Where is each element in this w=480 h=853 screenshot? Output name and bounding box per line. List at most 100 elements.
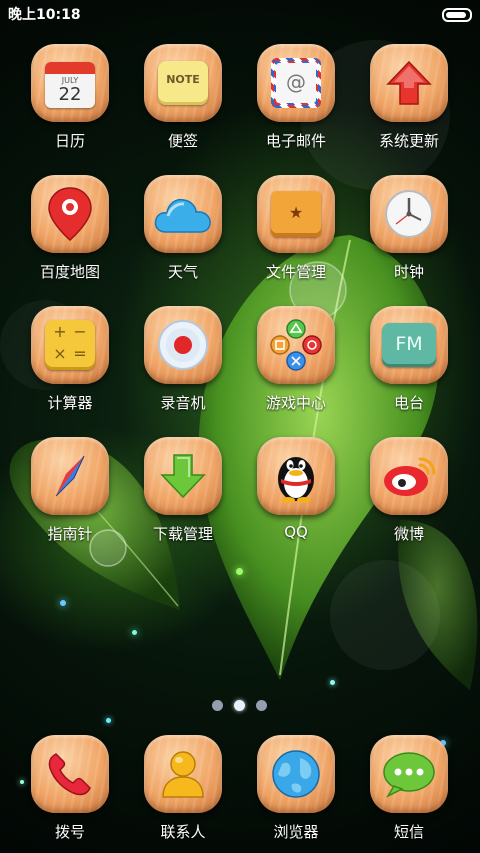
equals-symbol: = [73, 344, 87, 363]
gamepad-icon [270, 319, 322, 371]
app-label: 百度地图 [39, 263, 100, 281]
app-tile [370, 175, 448, 253]
app-tile [257, 437, 335, 515]
radio-icon: FM [382, 323, 436, 367]
dock-phone[interactable]: 拨号 [22, 735, 118, 853]
email-icon: @ [271, 58, 321, 108]
app-tile [144, 306, 222, 384]
minus-symbol: − [73, 322, 87, 341]
app-compass[interactable]: 指南针 [22, 437, 118, 555]
weibo-icon [384, 457, 436, 496]
dock-browser[interactable]: 浏览器 [248, 735, 344, 853]
app-tile [144, 175, 222, 253]
map-pin-icon [48, 187, 92, 241]
app-game-center[interactable]: 游戏中心 [248, 306, 344, 424]
status-bar: 晚上10:18 [0, 0, 480, 28]
penguin-icon [278, 457, 314, 503]
app-label: 指南针 [47, 525, 93, 543]
app-label: 电台 [393, 394, 424, 412]
app-tile [144, 437, 222, 515]
dock-messages[interactable]: 短信 [361, 735, 457, 853]
page-dot[interactable] [256, 700, 267, 711]
page-indicator [208, 700, 272, 712]
app-label: 拨号 [54, 823, 85, 841]
recorder-icon [158, 320, 208, 370]
page-dot[interactable] [212, 700, 223, 711]
cloud-icon [154, 198, 211, 233]
app-tile: @ [257, 44, 335, 122]
bokeh-light [60, 600, 66, 606]
app-label: 日历 [54, 132, 85, 150]
times-symbol: × [53, 344, 67, 363]
message-icon [383, 752, 435, 798]
status-time: 晚上10:18 [8, 7, 81, 23]
bokeh-light [330, 680, 335, 685]
star-icon: ★ [288, 203, 304, 222]
bokeh-light [132, 630, 137, 635]
battery-icon [442, 8, 472, 22]
calculator-icon: + − × = [45, 320, 95, 370]
app-label: 下载管理 [152, 525, 213, 543]
email-at-symbol: @ [286, 70, 306, 94]
app-tile [31, 175, 109, 253]
app-label: 电子邮件 [265, 132, 326, 150]
app-calculator[interactable]: + − × = 计算器 [22, 306, 118, 424]
radio-fm-text: FM [395, 333, 423, 355]
app-label: 计算器 [47, 394, 93, 412]
bokeh-circle [330, 560, 440, 670]
app-qq[interactable]: QQ [248, 437, 344, 555]
contacts-icon [162, 751, 204, 798]
app-file-manager[interactable]: ★ 文件管理 [248, 175, 344, 293]
app-recorder[interactable]: 录音机 [135, 306, 231, 424]
app-label: 时钟 [393, 263, 424, 281]
compass-icon [55, 455, 85, 497]
app-label: 文件管理 [265, 263, 326, 281]
app-label: 系统更新 [378, 132, 439, 150]
app-tile: JULY 22 [31, 44, 109, 122]
app-tile: + − × = [31, 306, 109, 384]
dock-contacts[interactable]: 联系人 [135, 735, 231, 853]
app-label: 短信 [393, 823, 424, 841]
phone-icon [48, 753, 91, 796]
app-system-update[interactable]: 系统更新 [361, 44, 457, 162]
update-arrow-icon [386, 60, 432, 105]
bokeh-light [236, 568, 243, 575]
bokeh-light [106, 718, 111, 723]
folder-icon: ★ [271, 191, 321, 237]
calendar-day: 22 [58, 84, 82, 105]
app-download-manager[interactable]: 下载管理 [135, 437, 231, 555]
app-tile [370, 44, 448, 122]
plus-symbol: + [53, 322, 67, 341]
note-icon: NOTE [158, 61, 208, 105]
download-icon [160, 454, 206, 499]
app-tile: ★ [257, 175, 335, 253]
globe-icon [272, 750, 320, 798]
app-weibo[interactable]: 微博 [361, 437, 457, 555]
app-weather[interactable]: 天气 [135, 175, 231, 293]
app-label: 天气 [167, 263, 198, 281]
note-text: NOTE [166, 73, 200, 86]
app-tile [257, 735, 335, 813]
app-tile [31, 437, 109, 515]
battery-level [446, 12, 466, 18]
app-baidu-map[interactable]: 百度地图 [22, 175, 118, 293]
app-label: QQ [284, 523, 308, 541]
app-label: 游戏中心 [265, 394, 326, 412]
app-email[interactable]: @ 电子邮件 [248, 44, 344, 162]
app-label: 联系人 [160, 823, 206, 841]
clock-icon [385, 190, 433, 238]
app-tile: NOTE [144, 44, 222, 122]
app-label: 浏览器 [273, 823, 319, 841]
page-dot-active[interactable] [234, 700, 245, 711]
app-label: 录音机 [160, 394, 206, 412]
app-tile [370, 437, 448, 515]
app-note[interactable]: NOTE 便签 [135, 44, 231, 162]
app-clock[interactable]: 时钟 [361, 175, 457, 293]
app-tile [370, 735, 448, 813]
app-tile [144, 735, 222, 813]
app-calendar[interactable]: JULY 22 日历 [22, 44, 118, 162]
app-label: 微博 [393, 525, 424, 543]
app-radio[interactable]: FM 电台 [361, 306, 457, 424]
app-tile: FM [370, 306, 448, 384]
calendar-icon: JULY 22 [45, 58, 95, 108]
